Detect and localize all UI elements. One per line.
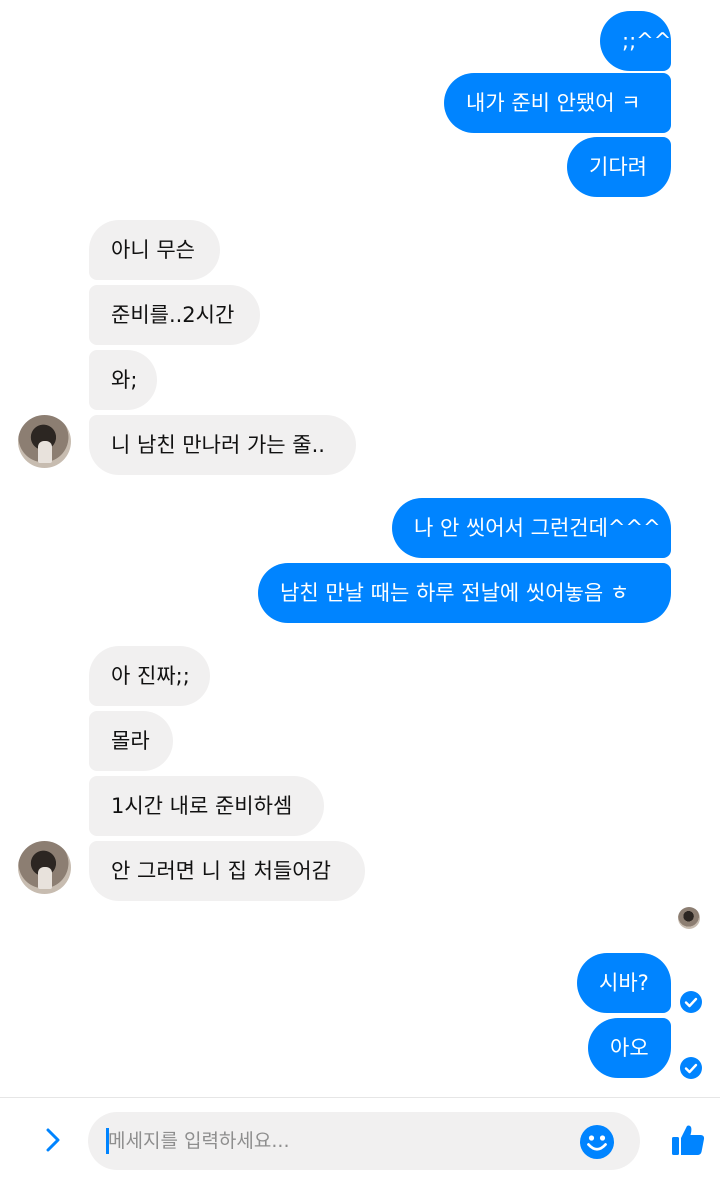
message-composer	[0, 1097, 720, 1183]
contact-avatar[interactable]	[18, 841, 71, 894]
message-bubble-incoming[interactable]: 준비를..2시간	[89, 285, 260, 345]
smiley-icon[interactable]	[579, 1124, 615, 1160]
check-circle-icon	[680, 991, 702, 1013]
thumbs-up-icon[interactable]	[670, 1122, 706, 1158]
message-bubble-incoming[interactable]: 와;	[89, 350, 157, 410]
message-bubble-outgoing[interactable]: 남친 만날 때는 하루 전날에 씻어놓음 ㅎ	[258, 563, 671, 623]
contact-avatar[interactable]	[18, 415, 71, 468]
text-caret	[106, 1128, 109, 1154]
message-bubble-outgoing[interactable]: 내가 준비 안됐어 ㅋ	[444, 73, 671, 133]
message-bubble-incoming[interactable]: 아니 무슨	[89, 220, 220, 280]
message-bubble-outgoing[interactable]: ;;^^	[600, 11, 671, 71]
message-bubble-outgoing[interactable]: 나 안 씻어서 그런건데^^^	[392, 498, 671, 558]
message-bubble-incoming[interactable]: 안 그러면 니 집 처들어감	[89, 841, 365, 901]
message-input[interactable]	[88, 1112, 640, 1170]
message-bubble-outgoing[interactable]: 아오	[588, 1018, 671, 1078]
seen-avatar	[678, 907, 700, 929]
message-bubble-incoming[interactable]: 1시간 내로 준비하셈	[89, 776, 324, 836]
check-circle-icon	[680, 1057, 702, 1079]
message-bubble-incoming[interactable]: 아 진짜;;	[89, 646, 210, 706]
message-bubble-incoming[interactable]: 몰라	[89, 711, 173, 771]
message-bubble-outgoing[interactable]: 시바?	[577, 953, 671, 1013]
message-bubble-outgoing[interactable]: 기다려	[567, 137, 671, 197]
chevron-right-icon[interactable]	[41, 1126, 65, 1154]
message-thread[interactable]: ;;^^ 내가 준비 안됐어 ㅋ 기다려 아니 무슨 준비를..2시간 와; 니…	[0, 0, 720, 1097]
message-bubble-incoming[interactable]: 니 남친 만나러 가는 줄..	[89, 415, 356, 475]
